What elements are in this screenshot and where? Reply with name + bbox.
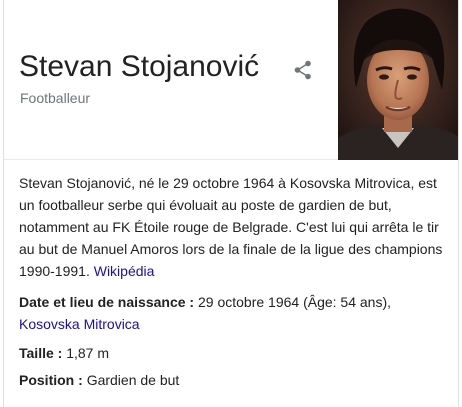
- entity-description: Stevan Stojanović, né le 29 octobre 1964…: [19, 172, 449, 282]
- fact-height-separator: :: [53, 345, 67, 361]
- fact-position-value: Gardien de but: [86, 372, 180, 388]
- fact-birth: Date et lieu de naissance : 29 octobre 1…: [19, 291, 449, 335]
- panel-header: Stevan Stojanović Footballeur: [4, 0, 458, 160]
- knowledge-panel: Stevan Stojanović Footballeur Stevan Sto…: [3, 0, 459, 407]
- share-button[interactable]: [291, 58, 315, 82]
- birthplace-link[interactable]: Kosovska Mitrovica: [19, 316, 140, 332]
- fact-height-label: Taille: [19, 345, 54, 361]
- entity-title: Stevan Stojanović: [19, 50, 260, 83]
- fact-position: Position : Gardien de but: [19, 369, 449, 391]
- fact-height-value: 1,87 m: [66, 345, 110, 361]
- entity-subtitle: Footballeur: [20, 90, 91, 106]
- fact-birth-separator: :: [185, 294, 198, 310]
- fact-birth-label: Date et lieu de naissance: [19, 294, 186, 310]
- fact-birth-value: 29 octobre 1964 (Âge: 54 ans),: [197, 294, 392, 310]
- fact-position-label: Position: [19, 372, 75, 388]
- player-portrait-image: [338, 0, 458, 160]
- fact-height: Taille : 1,87 m: [19, 342, 449, 364]
- fact-position-separator: :: [74, 372, 87, 388]
- wikipedia-link[interactable]: Wikipédia: [94, 263, 155, 279]
- description-text: Stevan Stojanović, né le 29 octobre 1964…: [19, 175, 443, 279]
- share-icon: [294, 60, 311, 80]
- entity-photo[interactable]: [338, 0, 458, 160]
